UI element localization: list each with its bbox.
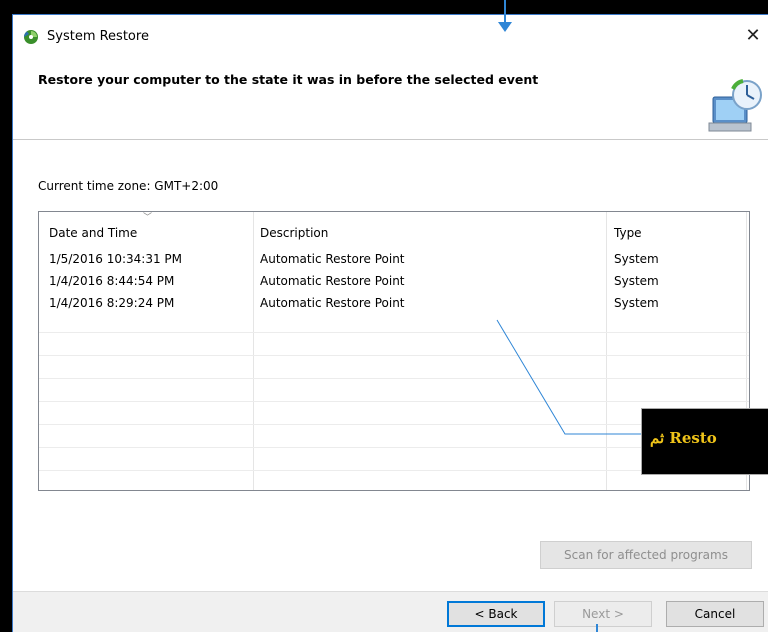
table-row[interactable]: 1/4/2016 8:44:54 PM Automatic Restore Po… <box>39 274 749 296</box>
column-header-type[interactable]: Type <box>614 226 642 240</box>
annotation-arrow-down-icon <box>498 22 512 32</box>
restore-computer-icon <box>707 75 765 137</box>
back-button[interactable]: < Back <box>447 601 545 627</box>
next-button[interactable]: Next > <box>554 601 652 627</box>
column-header-date[interactable]: Date and Time <box>49 226 137 240</box>
annotation-pointer-line <box>504 0 506 24</box>
header-separator <box>13 139 768 140</box>
callout-text: ثم Resto <box>650 429 717 447</box>
sort-chevron-icon: ﹀ <box>143 213 153 223</box>
button-footer <box>13 591 768 632</box>
cell-date: 1/4/2016 8:29:24 PM <box>49 296 175 310</box>
cell-type: System <box>614 252 659 266</box>
cell-date: 1/4/2016 8:44:54 PM <box>49 274 175 288</box>
cell-type: System <box>614 296 659 310</box>
close-button[interactable]: ✕ <box>738 21 768 51</box>
title-bar: System Restore ✕ <box>13 15 768 55</box>
cell-description: Automatic Restore Point <box>260 274 405 288</box>
cancel-button[interactable]: Cancel <box>666 601 764 627</box>
system-restore-icon <box>21 28 39 46</box>
table-header: Date and Time ﹀ Description Type <box>39 212 749 248</box>
table-row[interactable]: 1/4/2016 8:29:24 PM Automatic Restore Po… <box>39 296 749 318</box>
cell-date: 1/5/2016 10:34:31 PM <box>49 252 183 266</box>
scan-affected-programs-button[interactable]: Scan for affected programs <box>540 541 752 569</box>
system-restore-window: System Restore ✕ Restore your computer t… <box>12 14 768 632</box>
page-title: Restore your computer to the state it wa… <box>38 72 539 87</box>
timezone-label: Current time zone: GMT+2:00 <box>38 179 219 193</box>
annotation-callout: ثم Resto <box>641 408 768 475</box>
column-header-description[interactable]: Description <box>260 226 328 240</box>
table-row[interactable]: 1/5/2016 10:34:31 PM Automatic Restore P… <box>39 252 749 274</box>
window-title: System Restore <box>47 29 149 44</box>
cell-description: Automatic Restore Point <box>260 252 405 266</box>
annotation-pointer-line <box>596 624 598 632</box>
cell-type: System <box>614 274 659 288</box>
annotation-connector <box>496 319 643 435</box>
cell-description: Automatic Restore Point <box>260 296 405 310</box>
